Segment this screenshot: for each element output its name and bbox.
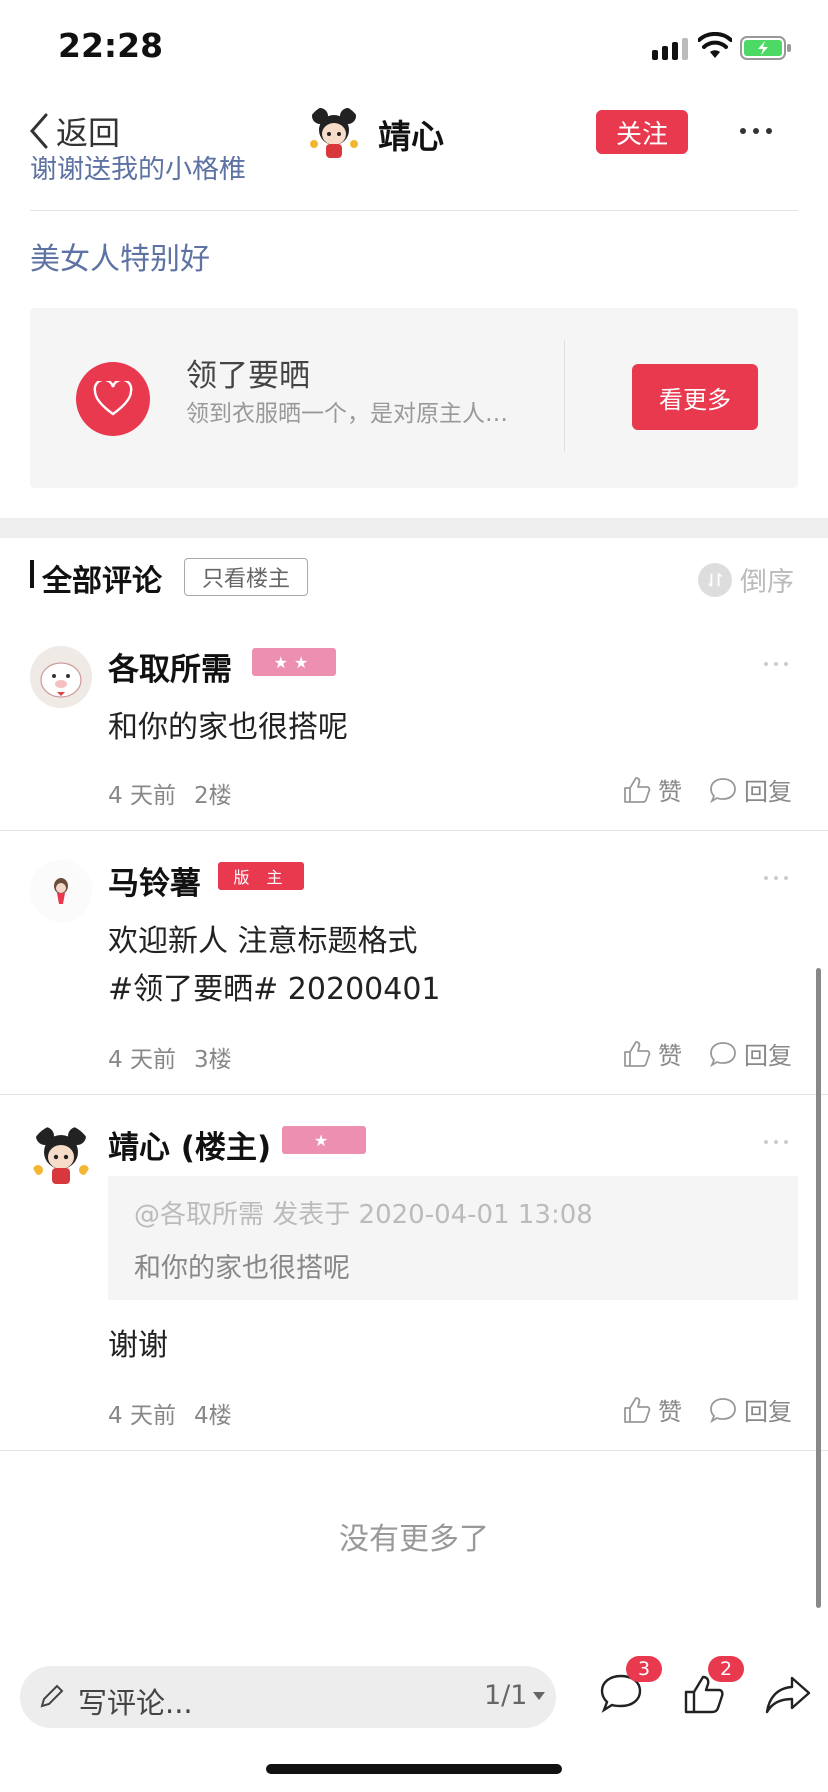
divider	[0, 830, 828, 831]
thumbs-up-icon	[624, 1040, 651, 1067]
reply-button[interactable]: 回复	[708, 1036, 792, 1071]
section-marker	[30, 560, 34, 588]
share-button[interactable]	[764, 1674, 812, 1720]
comment-placeholder[interactable]: 写评论...	[78, 1680, 193, 1722]
signal-icon	[652, 38, 688, 60]
back-label: 返回	[56, 114, 121, 152]
thumbs-up-icon	[624, 776, 651, 803]
comment-time: 4 天前	[108, 1403, 176, 1429]
share-arrow-icon	[765, 1676, 811, 1714]
end-of-list: 没有更多了	[339, 1522, 489, 1557]
reply-label: 回复	[744, 1042, 792, 1070]
comment-time: 4 天前	[108, 1047, 176, 1073]
sort-toggle[interactable]: 倒序	[698, 560, 794, 599]
comment-text: #领了要晒# 20200401	[108, 972, 441, 1007]
comment-time: 4 天前	[108, 783, 176, 809]
home-indicator	[266, 1764, 562, 1774]
comment-floor: 3楼	[194, 1047, 232, 1073]
divider	[0, 1094, 828, 1095]
topic-desc: 领到衣服晒一个，是对原主人…	[186, 401, 508, 427]
reply-button[interactable]: 回复	[708, 772, 792, 807]
wifi-icon	[698, 32, 732, 58]
avatar-girl-icon	[30, 860, 92, 922]
nav-author-name[interactable]: 靖心	[378, 110, 444, 158]
sort-label: 倒序	[740, 567, 794, 598]
comment-text: 欢迎新人 注意标题格式	[108, 924, 418, 959]
reply-button[interactable]: 回复	[708, 1392, 792, 1427]
comment-more-button[interactable]	[764, 1140, 788, 1144]
like-label: 赞	[658, 778, 682, 806]
section-separator	[0, 518, 828, 538]
level-badge: ★	[282, 1126, 366, 1154]
comment-bubble-icon	[710, 777, 736, 803]
like-count-badge: 2	[708, 1656, 744, 1682]
reply-label: 回复	[744, 1398, 792, 1426]
page-selector[interactable]: 1/1	[484, 1680, 546, 1711]
like-button[interactable]: 赞	[622, 772, 682, 807]
moderator-badge: 版 主	[218, 862, 304, 890]
chevron-left-icon	[30, 113, 48, 149]
post-text-cut: 谢谢送我的小格椎	[30, 156, 246, 182]
level-badge: ★★	[252, 648, 336, 676]
comment-bubble-icon	[710, 1041, 736, 1067]
follow-button[interactable]: 关注	[596, 110, 688, 154]
commenter-name[interactable]: 马铃薯	[108, 858, 201, 903]
commenter-avatar[interactable]	[30, 646, 92, 708]
back-button[interactable]: 返回	[26, 108, 120, 154]
comments-title: 全部评论	[42, 564, 162, 599]
sort-icon	[698, 562, 732, 597]
divider	[30, 210, 798, 211]
like-label: 赞	[658, 1042, 682, 1070]
comment-text: 谢谢	[108, 1328, 168, 1363]
topic-title: 领了要晒	[186, 358, 310, 394]
comment-floor: 4楼	[194, 1403, 232, 1429]
quote-header: @各取所需 发表于 2020-04-01 13:08	[134, 1200, 593, 1230]
like-button[interactable]: 赞	[622, 1036, 682, 1071]
commenter-avatar[interactable]	[30, 860, 92, 922]
like-button[interactable]: 赞	[622, 1392, 682, 1427]
comment-bubble-icon	[710, 1397, 736, 1423]
comment-floor: 2楼	[194, 783, 232, 809]
commenter-name[interactable]: 各取所需	[108, 644, 232, 689]
comment-more-button[interactable]	[764, 662, 788, 666]
status-time: 22:28	[58, 26, 164, 65]
comment-text: 和你的家也很搭呢	[108, 710, 348, 745]
commenter-avatar[interactable]	[30, 1124, 92, 1186]
only-owner-toggle[interactable]: 只看楼主	[184, 558, 308, 596]
topic-heart-icon	[76, 362, 150, 436]
reply-label: 回复	[744, 778, 792, 806]
comment-count-badge: 3	[626, 1656, 662, 1682]
quote-text: 和你的家也很搭呢	[134, 1253, 350, 1284]
battery-icon	[740, 36, 791, 60]
author-avatar[interactable]	[306, 104, 362, 160]
divider	[0, 1450, 828, 1451]
commenter-name[interactable]: 靖心 (楼主)	[108, 1122, 271, 1167]
avatar-pig-icon	[30, 646, 92, 708]
divider	[564, 340, 565, 452]
caret-down-icon	[533, 1691, 546, 1700]
post-text-line: 美女人特别好	[30, 242, 210, 277]
page-indicator: 1/1	[484, 1680, 528, 1711]
comment-more-button[interactable]	[764, 876, 788, 880]
like-label: 赞	[658, 1398, 682, 1426]
see-more-button[interactable]: 看更多	[632, 364, 758, 430]
thumbs-up-icon	[624, 1396, 651, 1423]
pencil-icon	[40, 1684, 64, 1708]
more-menu-button[interactable]	[740, 128, 772, 134]
avatar-girl-icon	[33, 1127, 89, 1184]
scrollbar[interactable]	[816, 968, 821, 1608]
avatar-girl-icon	[310, 108, 358, 158]
